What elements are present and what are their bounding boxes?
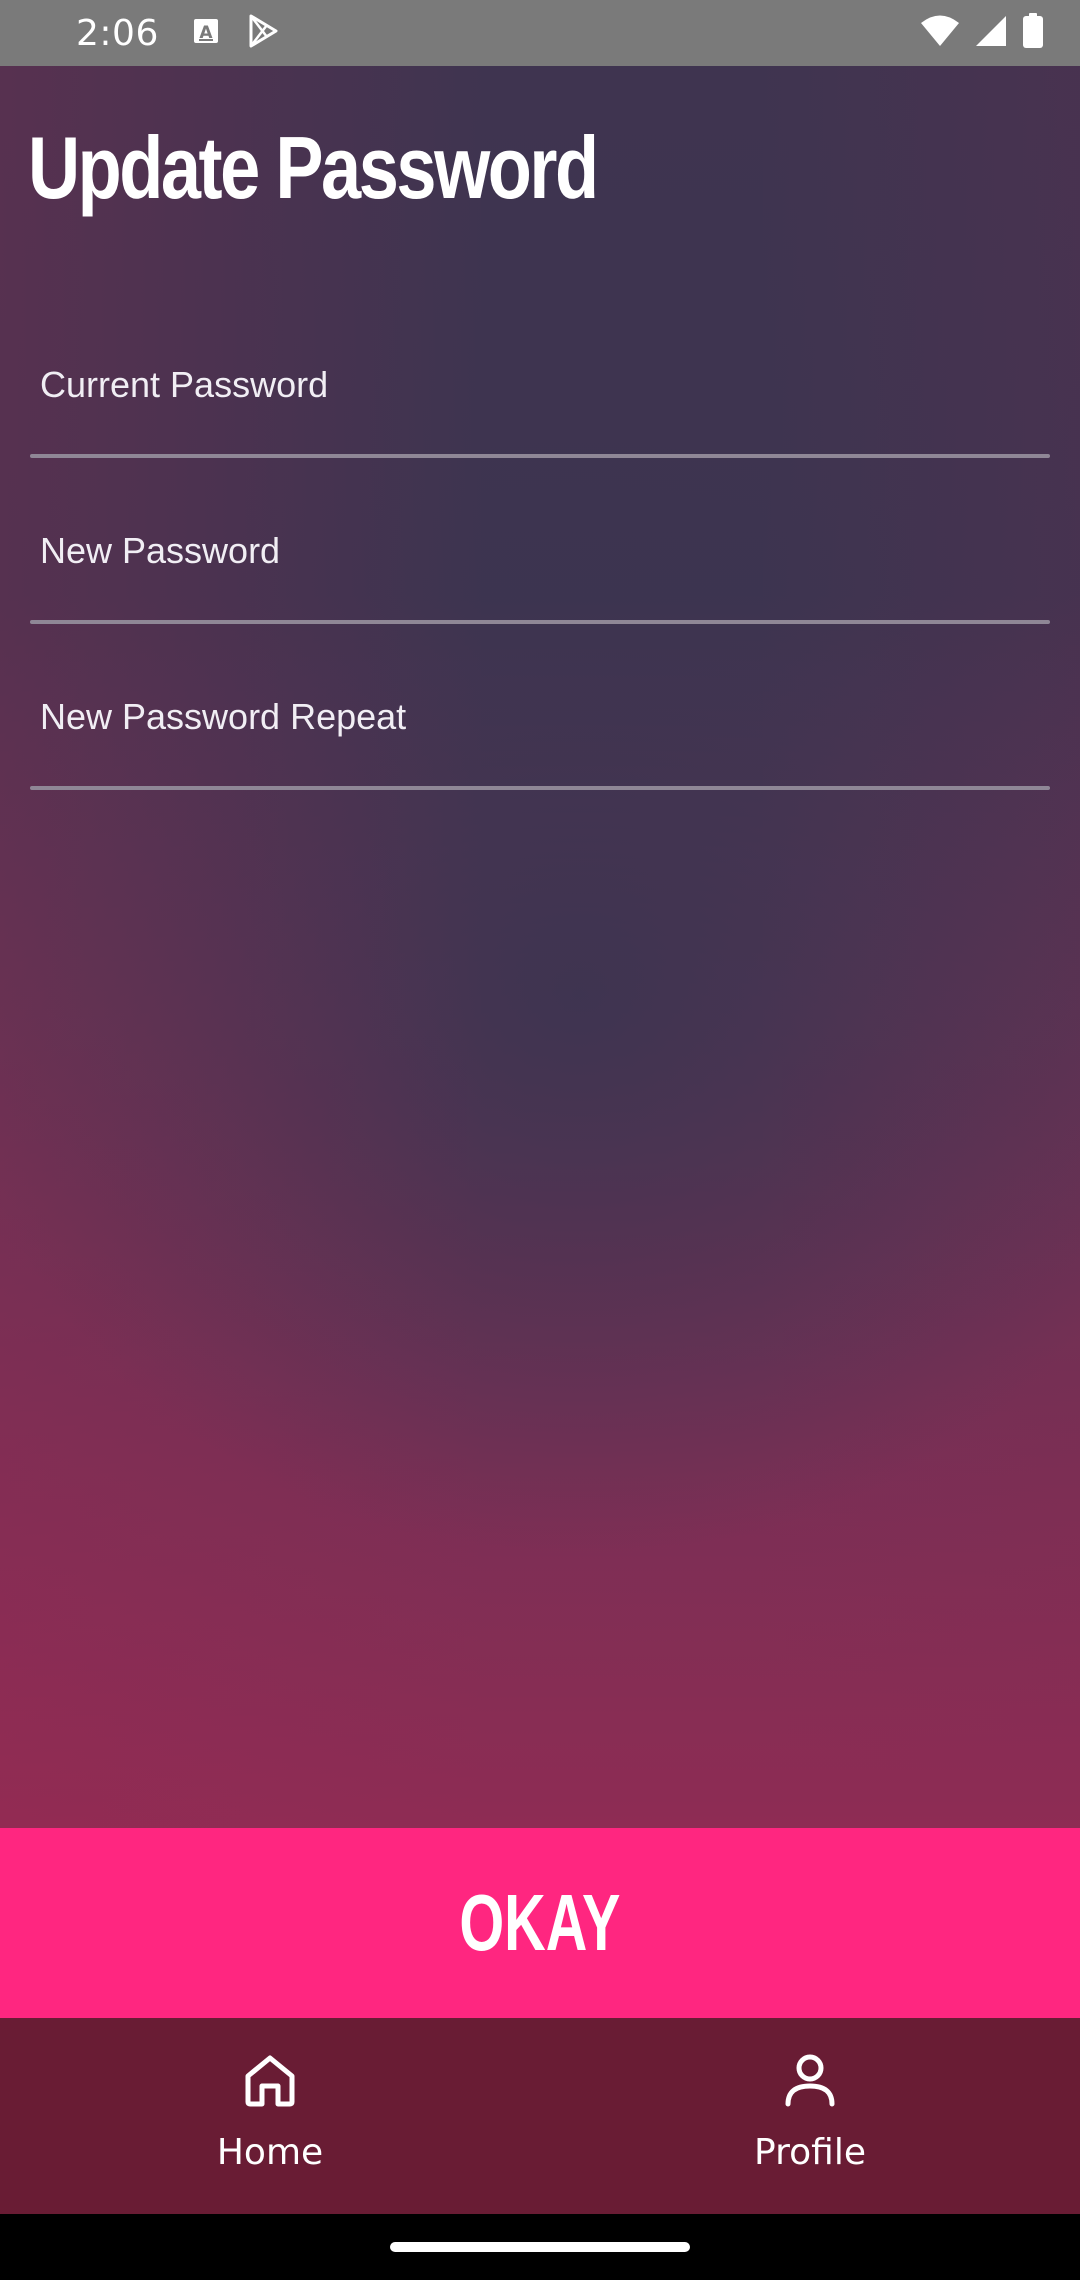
keyboard-a-icon: A [193, 18, 219, 49]
person-icon [778, 2048, 842, 2112]
okay-button[interactable]: OKAY [0, 1828, 1080, 2018]
battery-icon [1022, 12, 1044, 54]
play-store-icon [245, 13, 281, 54]
field-underline [30, 786, 1050, 790]
wifi-icon [920, 14, 960, 53]
field-underline [30, 620, 1050, 624]
home-icon [238, 2048, 302, 2112]
bottom-nav: Home Profile [0, 2018, 1080, 2214]
system-nav-bar [0, 2214, 1080, 2280]
new-password-repeat-field[interactable]: New Password Repeat [30, 660, 1050, 790]
main-content: Update Password Current Password New Pas… [0, 66, 1080, 1828]
current-password-input[interactable] [30, 328, 1050, 458]
status-notification-icons: A [193, 13, 281, 54]
nav-profile-label: Profile [754, 2132, 866, 2173]
status-time: 2:06 [76, 12, 159, 54]
new-password-repeat-input[interactable] [30, 660, 1050, 790]
cell-signal-icon [974, 14, 1008, 53]
new-password-field[interactable]: New Password [30, 494, 1050, 624]
nav-home-label: Home [216, 2132, 324, 2173]
app-screen: 2:06 A Update Password Current Password … [0, 0, 1080, 2280]
field-underline [30, 454, 1050, 458]
status-system-icons [920, 12, 1044, 54]
current-password-field[interactable]: Current Password [30, 328, 1050, 458]
page-title: Update Password [28, 118, 599, 217]
home-gesture-handle[interactable] [390, 2242, 690, 2252]
new-password-input[interactable] [30, 494, 1050, 624]
status-bar: 2:06 A [0, 0, 1080, 66]
okay-button-label: OKAY [459, 1878, 621, 1967]
nav-item-home[interactable]: Home [0, 2018, 540, 2214]
nav-item-profile[interactable]: Profile [540, 2018, 1080, 2214]
